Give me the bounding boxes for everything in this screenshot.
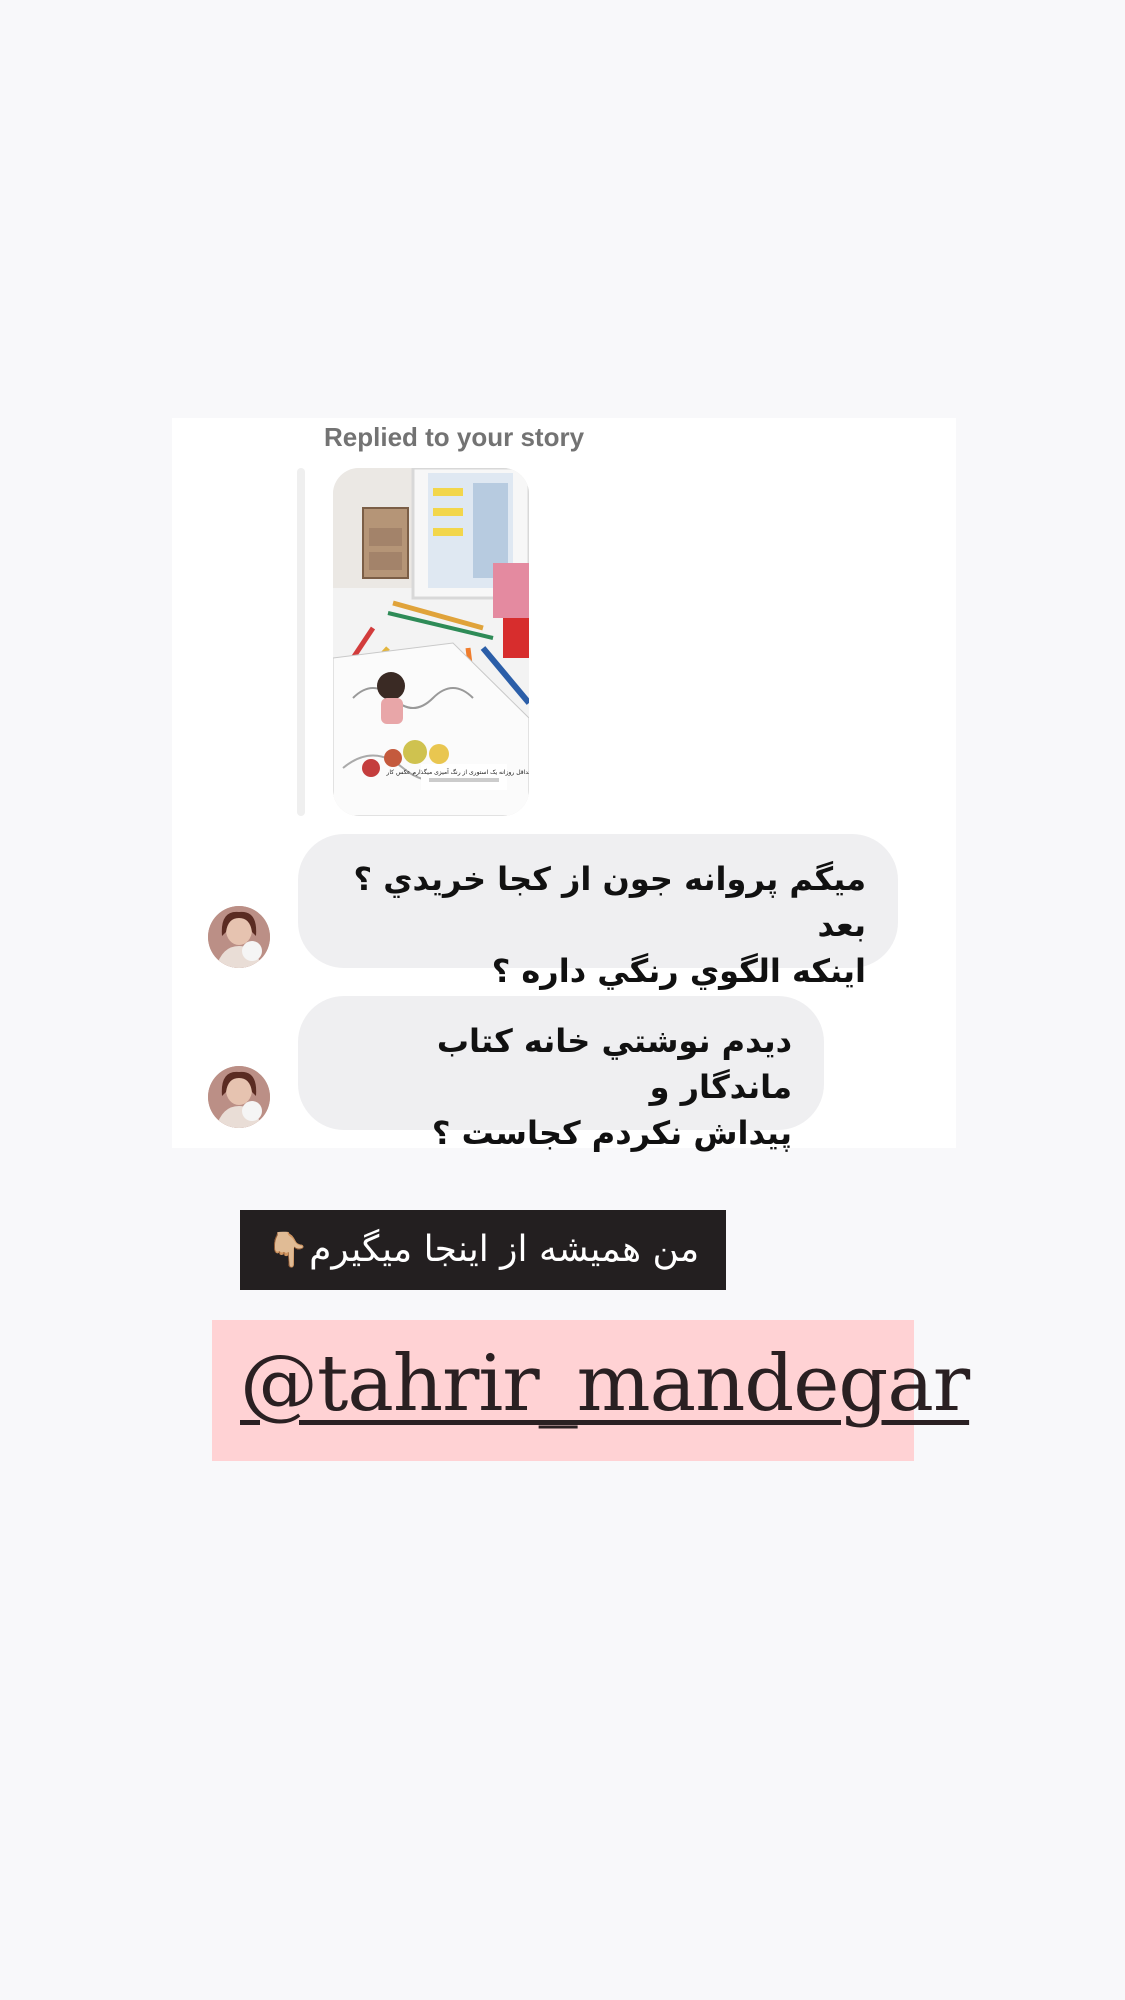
mention-sticker[interactable]: @tahrir_mandegar (212, 1320, 970, 1461)
story-text-caption: من همیشه از اینجا میگیرم👇🏼 (240, 1210, 726, 1290)
message-bubble[interactable]: ديدم نوشتي خانه كتاب ماندگار و پيداش نكر… (298, 996, 824, 1152)
reply-indicator-bar (297, 468, 305, 816)
story-thumbnail[interactable]: حداقل روزانه یک استوری از رنگ آمیزی میگذ… (333, 468, 529, 816)
sender-avatar[interactable] (208, 906, 270, 968)
sender-avatar[interactable] (208, 1066, 270, 1128)
caption-text: من همیشه از اینجا میگیرم (309, 1229, 700, 1270)
story-image: حداقل روزانه یک استوری از رنگ آمیزی میگذ… (333, 468, 529, 816)
dm-card: Replied to your story داقل روزانه یک است… (172, 418, 956, 1152)
mention-link[interactable]: @tahrir_mandegar (240, 1334, 970, 1434)
replied-to-story-label: Replied to your story (324, 422, 585, 452)
message-bubble[interactable]: ميگم پروانه جون از كجا خريدي ؟ بعد اينكه… (298, 834, 898, 990)
message-line: پيداش نكردم كجاست ؟ (431, 1114, 792, 1152)
avatar-image (208, 1066, 270, 1128)
pointing-down-icon: 👇🏼 (266, 1230, 310, 1270)
message-line: اينكه الگوي رنگي داره ؟ (491, 952, 866, 990)
message-line: ديدم نوشتي خانه كتاب ماندگار و (436, 1022, 792, 1106)
message-line: ميگم پروانه جون از كجا خريدي ؟ بعد (353, 860, 867, 944)
story-caption-line: حداقل روزانه یک استوری از رنگ آمیزی میگذ… (385, 767, 529, 776)
avatar-image (208, 906, 270, 968)
